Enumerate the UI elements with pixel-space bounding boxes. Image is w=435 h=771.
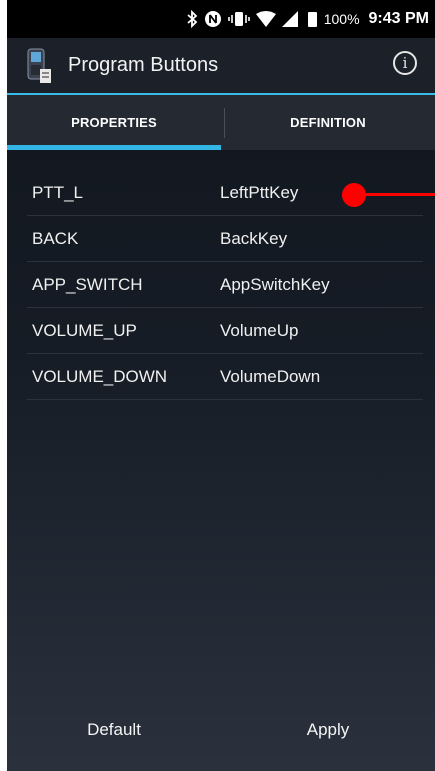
annotation-marker-line — [362, 193, 435, 196]
bottom-button-bar: Default Apply — [7, 708, 435, 752]
list-item[interactable]: BACK BackKey — [27, 216, 423, 262]
wifi-icon — [255, 11, 276, 27]
apply-button[interactable]: Apply — [221, 708, 435, 752]
clock: 9:43 PM — [368, 10, 429, 27]
tab-properties[interactable]: PROPERTIES — [7, 95, 221, 150]
nfc-icon — [204, 10, 222, 28]
tab-properties-label: PROPERTIES — [71, 115, 157, 130]
list-item[interactable]: VOLUME_DOWN VolumeDown — [27, 354, 423, 400]
battery-icon — [307, 11, 317, 27]
info-icon[interactable]: i — [393, 51, 417, 75]
button-value: VolumeUp — [220, 320, 299, 340]
tab-bar: PROPERTIES DEFINITION — [7, 95, 435, 150]
button-name: VOLUME_DOWN — [32, 366, 168, 386]
vibrate-icon — [227, 11, 250, 27]
bluetooth-icon — [186, 10, 198, 28]
tab-definition[interactable]: DEFINITION — [221, 95, 435, 150]
signal-icon — [281, 11, 298, 27]
tab-definition-label: DEFINITION — [290, 115, 366, 130]
default-button[interactable]: Default — [7, 708, 221, 752]
button-value: BackKey — [220, 228, 288, 248]
button-name: PTT_L — [32, 182, 84, 202]
button-value: AppSwitchKey — [220, 274, 330, 294]
tab-divider — [224, 108, 225, 138]
button-name: VOLUME_UP — [32, 320, 137, 340]
app-bar: Program Buttons i — [7, 38, 435, 93]
app-screen: 100% 9:43 PM Program Buttons i PROPERTIE… — [7, 0, 435, 771]
status-bar: 100% 9:43 PM — [7, 0, 435, 38]
list-item[interactable]: APP_SWITCH AppSwitchKey — [27, 262, 423, 308]
button-name: APP_SWITCH — [32, 274, 143, 294]
button-mapping-list: PTT_L LeftPttKey BACK BackKey APP_SWITCH… — [27, 170, 423, 400]
tab-selected-indicator — [7, 145, 221, 150]
button-name: BACK — [32, 228, 79, 248]
battery-percent: 100% — [323, 11, 360, 27]
app-logo-icon — [25, 47, 53, 85]
button-value: VolumeDown — [220, 366, 321, 386]
list-item[interactable]: VOLUME_UP VolumeUp — [27, 308, 423, 354]
page-title: Program Buttons — [68, 54, 219, 76]
